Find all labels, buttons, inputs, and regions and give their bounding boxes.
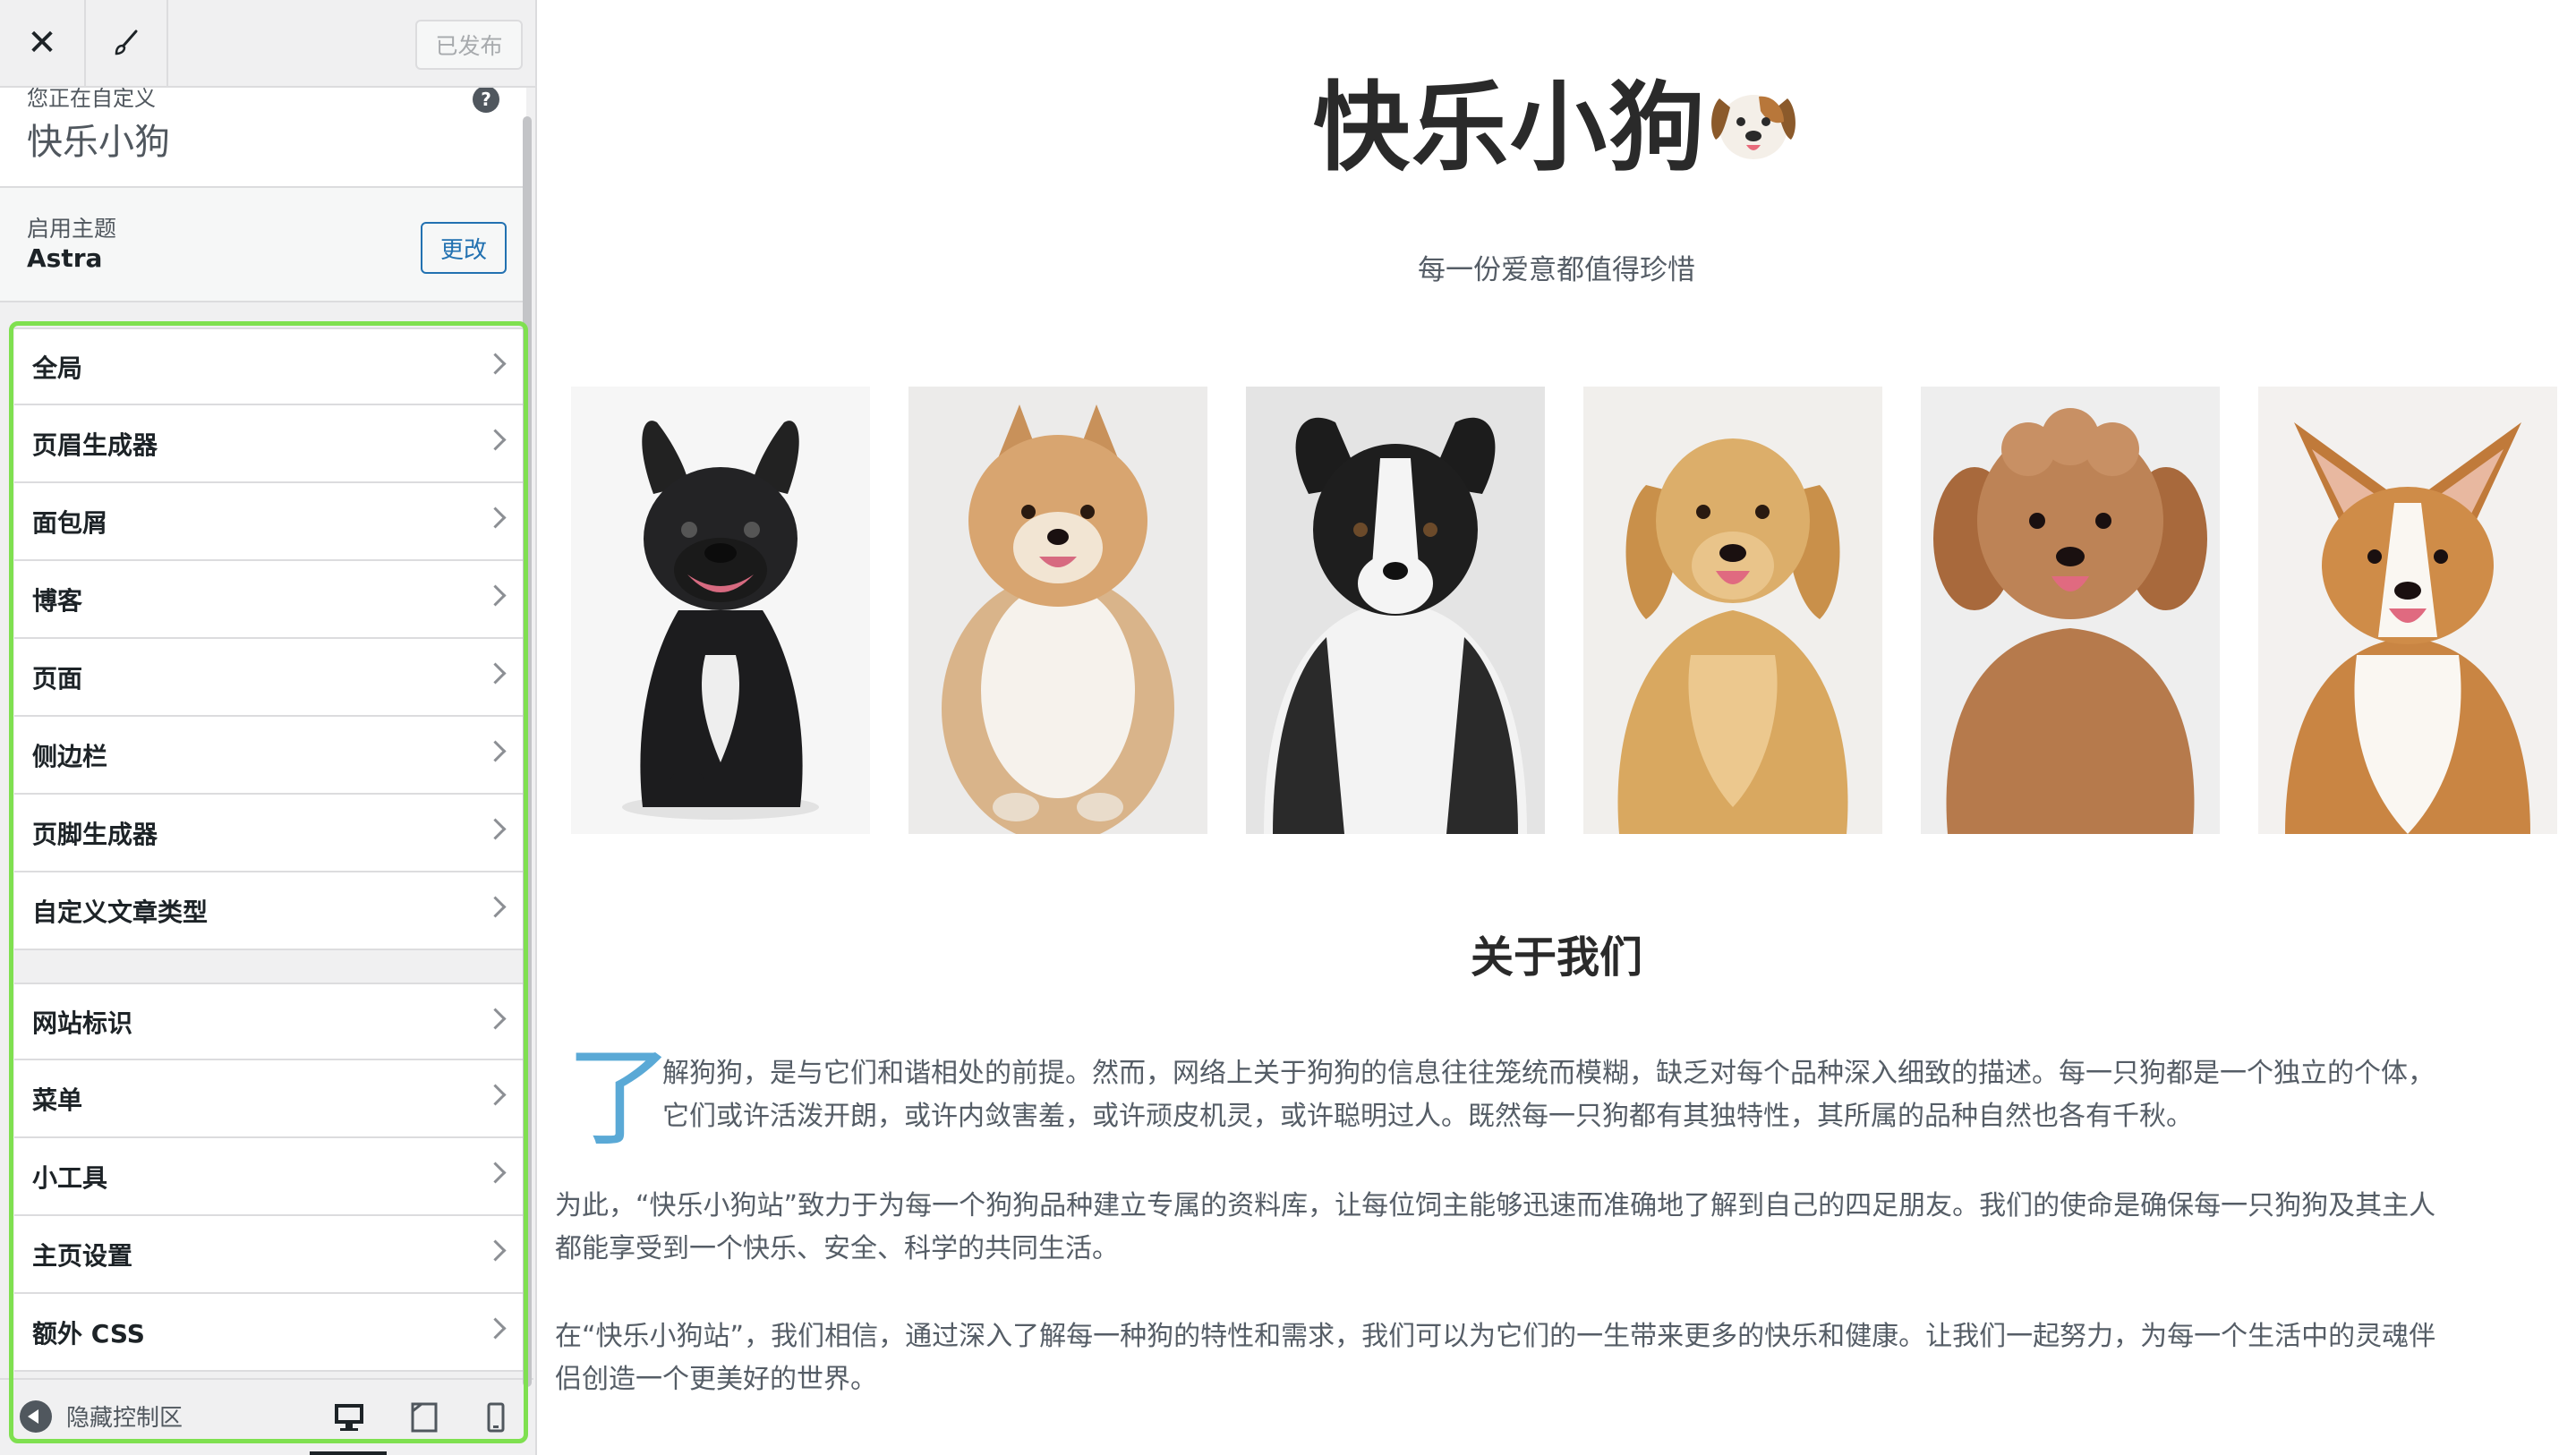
chevron-right-icon xyxy=(484,1239,507,1262)
customizing-info: 您正在自定义 快乐小狗 ? xyxy=(0,86,526,188)
menu-item-homepage-settings[interactable]: 主页设置 xyxy=(14,1216,526,1294)
menu-item-label: 全局 xyxy=(32,353,83,383)
chevron-right-icon xyxy=(484,662,507,685)
customizing-label: 您正在自定义 xyxy=(27,86,156,111)
chevron-right-icon xyxy=(484,896,507,918)
menu-item-label: 页面 xyxy=(32,663,83,693)
menu-item-label: 额外 CSS xyxy=(32,1318,145,1349)
paragraph-line: 为此，“快乐小狗站”致力于为每一个狗狗品种建立专属的资料库，让每位饲主能够迅速而… xyxy=(555,1190,2436,1221)
menu-item-blog[interactable]: 博客 xyxy=(14,561,526,639)
photo-french-bulldog[interactable] xyxy=(571,387,870,834)
menu-item-label: 侧边栏 xyxy=(32,741,108,771)
menu-item-header-builder[interactable]: 页眉生成器 xyxy=(14,405,526,483)
brush-icon[interactable] xyxy=(86,0,168,86)
photo-corgi[interactable] xyxy=(2258,387,2557,834)
chevron-right-icon xyxy=(484,353,507,375)
menu-item-label: 主页设置 xyxy=(32,1240,133,1271)
paragraph-line: 解狗狗，是与它们和谐相处的前提。然而，网络上关于狗狗的信息往往笼统而模糊，缺乏对… xyxy=(662,1058,2435,1089)
menu-item-page[interactable]: 页面 xyxy=(14,639,526,717)
paragraph-line: 侣创造一个更美好的世界。 xyxy=(555,1364,877,1395)
photo-border-collie[interactable] xyxy=(1246,387,1545,834)
menu-item-additional-css[interactable]: 额外 CSS xyxy=(14,1294,526,1372)
customizer-header: ✕ 已发布 xyxy=(0,0,535,88)
active-theme-panel: 启用主题 Astra 更改 xyxy=(0,188,526,302)
site-title[interactable]: 快乐小狗 xyxy=(537,50,2576,190)
menu-item-widgets[interactable]: 小工具 xyxy=(14,1138,526,1216)
chevron-right-icon xyxy=(484,818,507,840)
close-icon[interactable]: ✕ xyxy=(0,0,86,86)
menu-item-label: 自定义文章类型 xyxy=(32,897,209,927)
theme-options-group: 全局 页眉生成器 面包屑 博客 页面 侧边栏 页脚生成器 自定义文章类型 xyxy=(14,328,526,950)
site-name: 快乐小狗 xyxy=(27,122,170,163)
chevron-right-icon xyxy=(484,740,507,762)
site-preview: 快乐小狗 每一份爱意都值得珍惜 关于我们 了 解狗狗，是与它们和谐相处的前提。然… xyxy=(537,0,2576,1455)
tablet-preview-icon[interactable] xyxy=(405,1398,444,1437)
paragraph-line: 在“快乐小狗站”，我们相信，通过深入了解每一种狗的特性和需求，我们可以为它们的一… xyxy=(555,1321,2436,1352)
mobile-preview-icon[interactable] xyxy=(476,1398,516,1437)
menu-item-label: 页脚生成器 xyxy=(32,819,158,849)
about-paragraph-3: 在“快乐小狗站”，我们相信，通过深入了解每一种狗的特性和需求，我们可以为它们的一… xyxy=(555,1315,2435,1401)
dog-face-icon xyxy=(1707,72,1800,184)
menu-item-sidebar[interactable]: 侧边栏 xyxy=(14,717,526,795)
chevron-right-icon xyxy=(484,1084,507,1106)
chevron-right-icon xyxy=(484,1317,507,1340)
paragraph-line: 都能享受到一个快乐、安全、科学的共同生活。 xyxy=(555,1233,1119,1264)
active-device-indicator xyxy=(310,1451,387,1455)
chevron-right-icon xyxy=(484,584,507,607)
menu-item-label: 网站标识 xyxy=(32,1008,133,1038)
paragraph-line: 它们或许活泼开朗，或许内敛害羞，或许顽皮机灵，或许聪明过人。既然每一只狗都有其独… xyxy=(662,1101,2193,1132)
menu-item-footer-builder[interactable]: 页脚生成器 xyxy=(14,795,526,872)
collapse-arrow-icon xyxy=(20,1400,52,1433)
chevron-right-icon xyxy=(484,429,507,451)
menu-item-label: 小工具 xyxy=(32,1162,108,1193)
collapse-sidebar-button[interactable]: 隐藏控制区 xyxy=(20,1400,183,1433)
chevron-right-icon xyxy=(484,506,507,529)
chevron-right-icon xyxy=(484,1161,507,1184)
theme-name: Astra xyxy=(27,243,103,273)
photo-poodle[interactable] xyxy=(1921,387,2220,834)
desktop-preview-icon[interactable] xyxy=(329,1398,369,1437)
drop-cap: 了 xyxy=(566,1036,673,1161)
menu-item-label: 菜单 xyxy=(32,1085,83,1115)
menu-item-label: 博客 xyxy=(32,585,83,616)
photo-pomeranian[interactable] xyxy=(908,387,1207,834)
collapse-label: 隐藏控制区 xyxy=(66,1405,183,1432)
menu-item-breadcrumb[interactable]: 面包屑 xyxy=(14,483,526,561)
menu-item-global[interactable]: 全局 xyxy=(14,328,526,405)
core-options-group: 网站标识 菜单 小工具 主页设置 额外 CSS xyxy=(14,983,526,1372)
menu-item-custom-post-types[interactable]: 自定义文章类型 xyxy=(14,872,526,950)
about-paragraph-2: 为此，“快乐小狗站”致力于为每一个狗狗品种建立专属的资料库，让每位饲主能够迅速而… xyxy=(555,1185,2435,1271)
sidebar-scrollbar[interactable] xyxy=(523,116,532,1387)
help-icon[interactable]: ? xyxy=(473,86,499,113)
menu-item-menus[interactable]: 菜单 xyxy=(14,1060,526,1138)
about-paragraph-1: 解狗狗，是与它们和谐相处的前提。然而，网络上关于狗狗的信息往往笼统而模糊，缺乏对… xyxy=(662,1052,2435,1138)
menu-item-label: 页眉生成器 xyxy=(32,430,158,460)
site-tagline: 每一份爱意都值得珍惜 xyxy=(1418,254,1695,286)
menu-item-label: 面包屑 xyxy=(32,507,108,538)
about-heading: 关于我们 xyxy=(1470,932,1642,983)
customizer-footer: 隐藏控制区 xyxy=(0,1378,533,1455)
dog-gallery xyxy=(571,387,2560,836)
active-theme-label: 启用主题 xyxy=(27,216,117,242)
photo-golden-retriever[interactable] xyxy=(1583,387,1882,834)
site-title-text: 快乐小狗 xyxy=(1312,72,1707,184)
publish-button[interactable]: 已发布 xyxy=(415,20,523,70)
change-theme-button[interactable]: 更改 xyxy=(421,222,507,274)
chevron-right-icon xyxy=(484,1008,507,1030)
customizer-sidebar: ✕ 已发布 您正在自定义 快乐小狗 ? 启用主题 Astra 更改 全局 页眉生… xyxy=(0,0,537,1455)
menu-item-site-identity[interactable]: 网站标识 xyxy=(14,983,526,1060)
